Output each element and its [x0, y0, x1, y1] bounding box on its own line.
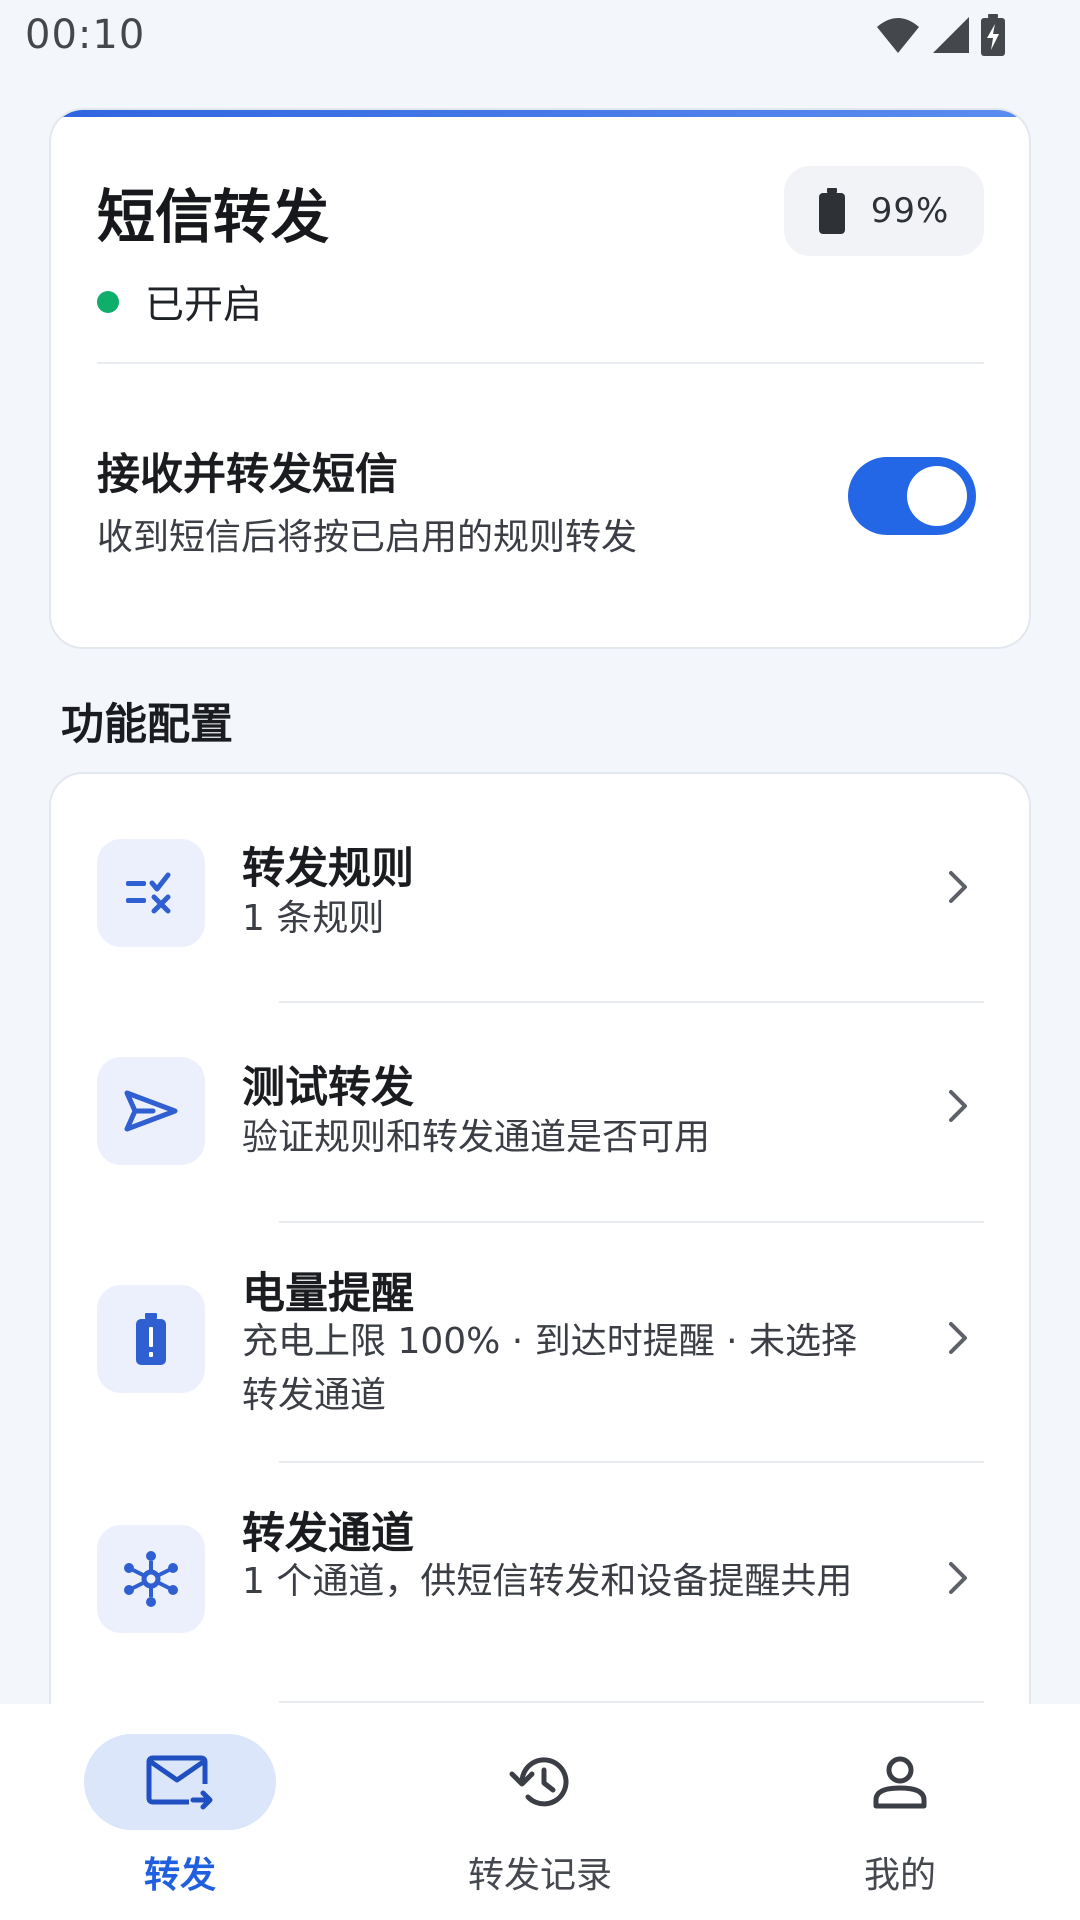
- nav-tab-me[interactable]: 我的: [720, 1704, 1080, 1920]
- nav-tab-history[interactable]: 转发记录: [360, 1704, 720, 1920]
- chevron-right-icon: [949, 1322, 967, 1354]
- history-icon: [509, 1757, 569, 1807]
- divider: [97, 362, 984, 364]
- card-accent-bar: [51, 110, 1029, 117]
- wifi-icon: [877, 18, 919, 53]
- battery-charging-icon: [981, 14, 1005, 56]
- item-title: 电量提醒: [242, 1269, 414, 1319]
- rule-check-icon: [97, 839, 205, 947]
- status-icons: [875, 14, 1005, 56]
- item-title: 测试转发: [242, 1063, 414, 1113]
- nav-label: 转发记录: [467, 1855, 612, 1896]
- toggle-title: 接收并转发短信: [97, 450, 398, 500]
- person-icon: [873, 1756, 927, 1809]
- toggle-description: 收到短信后将按已启用的规则转发: [97, 517, 638, 558]
- item-title: 转发规则: [242, 844, 414, 894]
- battery-chip: 99%: [784, 166, 984, 256]
- status-bar: 00:10: [0, 0, 1080, 70]
- hub-icon: [97, 1525, 205, 1633]
- nav-pill: [804, 1734, 996, 1830]
- bottom-navigation: 转发 转发记录 我的: [0, 1704, 1080, 1920]
- list-item-test-forward[interactable]: 测试转发 验证规则和转发通道是否可用: [51, 1003, 1029, 1220]
- nav-pill: [444, 1734, 636, 1830]
- page-title: 短信转发: [97, 183, 330, 251]
- item-title: 转发通道: [242, 1509, 414, 1559]
- list-item-forward-rules[interactable]: 转发规则 1 条规则: [51, 774, 1029, 993]
- nav-label: 转发: [143, 1855, 216, 1896]
- item-description: 1 个通道，供短信转发和设备提醒共用: [242, 1561, 853, 1602]
- status-dot: [97, 291, 119, 313]
- forward-sms-toggle[interactable]: [848, 457, 976, 535]
- toggle-knob: [907, 466, 967, 526]
- status-time: 00:10: [25, 12, 146, 58]
- battery-level: 99%: [870, 191, 950, 231]
- section-title: 功能配置: [61, 700, 233, 750]
- nav-tab-forward[interactable]: 转发: [0, 1704, 360, 1920]
- chevron-right-icon: [949, 1090, 967, 1122]
- send-icon: [97, 1057, 205, 1165]
- divider: [279, 1701, 984, 1703]
- mail-forward-icon: [146, 1755, 213, 1810]
- list-item-forward-channels[interactable]: 转发通道 1 个通道，供短信转发和设备提醒共用: [51, 1463, 1029, 1701]
- item-description: 验证规则和转发通道是否可用: [242, 1117, 711, 1158]
- item-description: 充电上限 100% · 到达时提醒 · 未选择转发通道: [242, 1321, 858, 1416]
- forwarding-status-card: 短信转发 99% 已开启 接收并转发短信 收到短信后将按已启用的规则转发: [49, 108, 1031, 649]
- nav-active-indicator: [84, 1734, 276, 1830]
- battery-icon: [818, 188, 845, 234]
- status-text: 已开启: [145, 283, 263, 328]
- service-status: 已开启: [97, 274, 262, 330]
- signal-icon: [933, 17, 969, 53]
- list-item-battery-alert[interactable]: 电量提醒 充电上限 100% · 到达时提醒 · 未选择转发通道: [51, 1223, 1029, 1461]
- item-description: 1 条规则: [242, 898, 385, 939]
- chevron-right-icon: [949, 871, 967, 903]
- chevron-right-icon: [949, 1562, 967, 1594]
- nav-label: 我的: [863, 1855, 936, 1896]
- battery-alert-icon: [97, 1285, 205, 1393]
